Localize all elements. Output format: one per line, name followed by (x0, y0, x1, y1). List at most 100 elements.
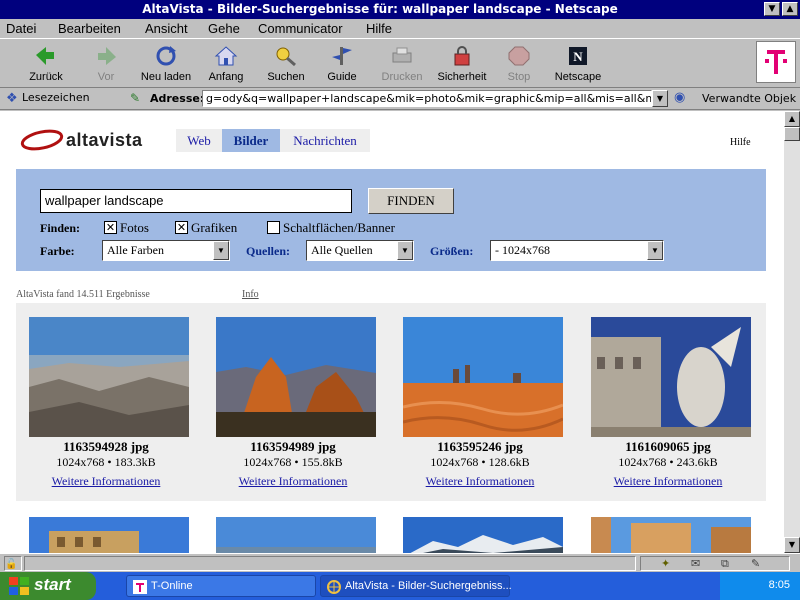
scroll-down-button[interactable]: ▼ (784, 537, 800, 553)
groessen-select[interactable]: - 1024x768 ▼ (490, 240, 664, 261)
results-row-2 (16, 517, 766, 553)
fotos-checkbox[interactable]: ✕ (104, 221, 117, 234)
groessen-label: Größen: (430, 244, 474, 258)
menu-hilfe[interactable]: Hilfe (366, 21, 392, 36)
netscape-label: Netscape (554, 71, 602, 83)
page-proxy-icon[interactable]: ✎ (130, 91, 140, 105)
guide-button[interactable]: Guide (312, 43, 372, 85)
forward-button[interactable]: Vor (76, 43, 136, 85)
scroll-up-button[interactable]: ▲ (784, 111, 800, 127)
task-altavista[interactable]: AltaVista - Bilder-Suchergebniss... (320, 575, 512, 597)
menu-ansicht[interactable]: Ansicht (145, 21, 188, 36)
forward-arrow-icon (98, 47, 116, 65)
window-menu-button[interactable]: ▼ (764, 2, 780, 16)
banner-checkbox[interactable] (267, 221, 280, 234)
navigator-icon[interactable]: ✦ (661, 557, 670, 570)
home-icon (214, 46, 238, 66)
result-thumbnail-desert[interactable] (403, 317, 563, 437)
lock-icon (454, 46, 470, 66)
grafiken-label: Grafiken (191, 220, 238, 235)
farbe-select-value: Alle Farben (107, 243, 164, 257)
help-link[interactable]: Hilfe (730, 137, 751, 148)
composer-icon[interactable]: ⧉ (721, 557, 729, 571)
menu-bearbeiten[interactable]: Bearbeiten (58, 21, 121, 36)
status-text-panel (24, 556, 636, 571)
search-label: Suchen (267, 71, 305, 83)
result-filename: 1161609065 jpg (625, 439, 711, 454)
guide-icon (332, 47, 352, 65)
window-menu-up-button[interactable]: ▲ (782, 2, 798, 16)
print-icon (392, 47, 412, 63)
altavista-logo-text: altavista (66, 130, 143, 150)
result-thumbnail-city[interactable] (591, 517, 751, 553)
groessen-dropdown-icon: ▼ (647, 241, 663, 260)
task-altavista-label: AltaVista - Bilder-Suchergebniss... (345, 580, 512, 592)
result-thumbnail-colosseum[interactable] (29, 517, 189, 553)
finden-label: Finden: (40, 221, 81, 235)
security-status-icon: 🔓 (5, 559, 18, 570)
bookmarks-button[interactable]: Lesezeichen (22, 91, 90, 104)
home-label: Anfang (208, 71, 244, 83)
result-more-info-link[interactable]: Weitere Informationen (203, 474, 383, 489)
info-link[interactable]: Info (242, 289, 259, 300)
address-input[interactable]: g=ody&q=wallpaper+landscape&mik=photo&mi… (202, 90, 652, 107)
result-thumbnail-sky[interactable] (216, 517, 376, 553)
related-objects-button[interactable]: Verwandte Objek (702, 92, 796, 105)
grafiken-checkbox[interactable]: ✕ (175, 221, 188, 234)
result-filename: 1163595246 jpg (437, 439, 523, 454)
result-thumbnail-mountains[interactable] (403, 517, 563, 553)
menu-gehe[interactable]: Gehe (208, 21, 240, 36)
location-bar: ❖ Lesezeichen ✎ Adresse: g=ody&q=wallpap… (0, 88, 800, 110)
back-label: Zurück (29, 71, 63, 83)
vertical-scrollbar[interactable]: ▲ ▼ (784, 111, 800, 553)
altavista-logo[interactable]: altavista (20, 127, 170, 151)
search-button[interactable]: Suchen (256, 43, 316, 85)
print-button[interactable]: Drucken (372, 43, 432, 85)
start-button[interactable]: start (0, 572, 96, 600)
address-dropdown-button[interactable]: ▼ (652, 90, 668, 107)
task-t-online[interactable]: T-Online (126, 575, 316, 597)
search-icon (276, 47, 296, 67)
result-meta: 1024x768 • 243.6kB (618, 455, 718, 469)
results-count: AltaVista fand 14.511 Ergebnisse (16, 289, 150, 300)
quellen-label: Quellen: (246, 244, 290, 258)
reload-icon (156, 46, 176, 66)
result-thumbnail-hoodoos[interactable] (216, 317, 376, 437)
reload-button[interactable]: Neu laden (136, 43, 196, 85)
netscape-button[interactable]: N Netscape (548, 43, 608, 85)
scroll-thumb[interactable] (784, 127, 800, 141)
component-bar: ✦ ✉ ⧉ ✎ (640, 556, 790, 571)
quellen-select-value: Alle Quellen (311, 243, 373, 257)
result-more-info-link[interactable]: Weitere Informationen (16, 474, 196, 489)
menu-communicator[interactable]: Communicator (258, 21, 343, 36)
result-thumbnail-statue[interactable] (591, 317, 751, 437)
tab-nachrichten[interactable]: Nachrichten (280, 129, 370, 152)
guide-label: Guide (327, 71, 357, 83)
netscape-icon: N (569, 47, 587, 65)
back-button[interactable]: Zurück (16, 43, 76, 85)
tab-web[interactable]: Web (176, 129, 222, 152)
result-card: 1161609065 jpg 1024x768 • 243.6kB Weiter… (578, 317, 758, 489)
mail-icon[interactable]: ✉ (691, 557, 700, 570)
menu-datei[interactable]: Datei (6, 21, 36, 36)
farbe-select[interactable]: Alle Farben ▼ (102, 240, 230, 261)
security-button[interactable]: Sicherheit (432, 43, 492, 85)
home-button[interactable]: Anfang (196, 43, 256, 85)
result-thumbnail-canyon[interactable] (29, 317, 189, 437)
stop-button[interactable]: Stop (489, 43, 549, 85)
security-label: Sicherheit (437, 71, 487, 83)
bookmarks-icon[interactable]: ❖ (6, 91, 18, 106)
result-card: 1163594928 jpg 1024x768 • 183.3kB Weiter… (16, 317, 196, 489)
tab-bilder[interactable]: Bilder (222, 129, 280, 152)
search-input[interactable]: wallpaper landscape (40, 189, 352, 213)
related-icon[interactable]: ◉ (674, 90, 685, 105)
editor-icon[interactable]: ✎ (751, 557, 760, 570)
t-online-icon (133, 580, 147, 594)
quellen-select[interactable]: Alle Quellen ▼ (306, 240, 414, 261)
result-more-info-link[interactable]: Weitere Informationen (578, 474, 758, 489)
result-meta: 1024x768 • 155.8kB (243, 455, 343, 469)
security-status-panel[interactable]: 🔓 (4, 556, 22, 571)
result-more-info-link[interactable]: Weitere Informationen (390, 474, 570, 489)
forward-label: Vor (97, 71, 115, 83)
finden-button[interactable]: FINDEN (368, 188, 454, 214)
